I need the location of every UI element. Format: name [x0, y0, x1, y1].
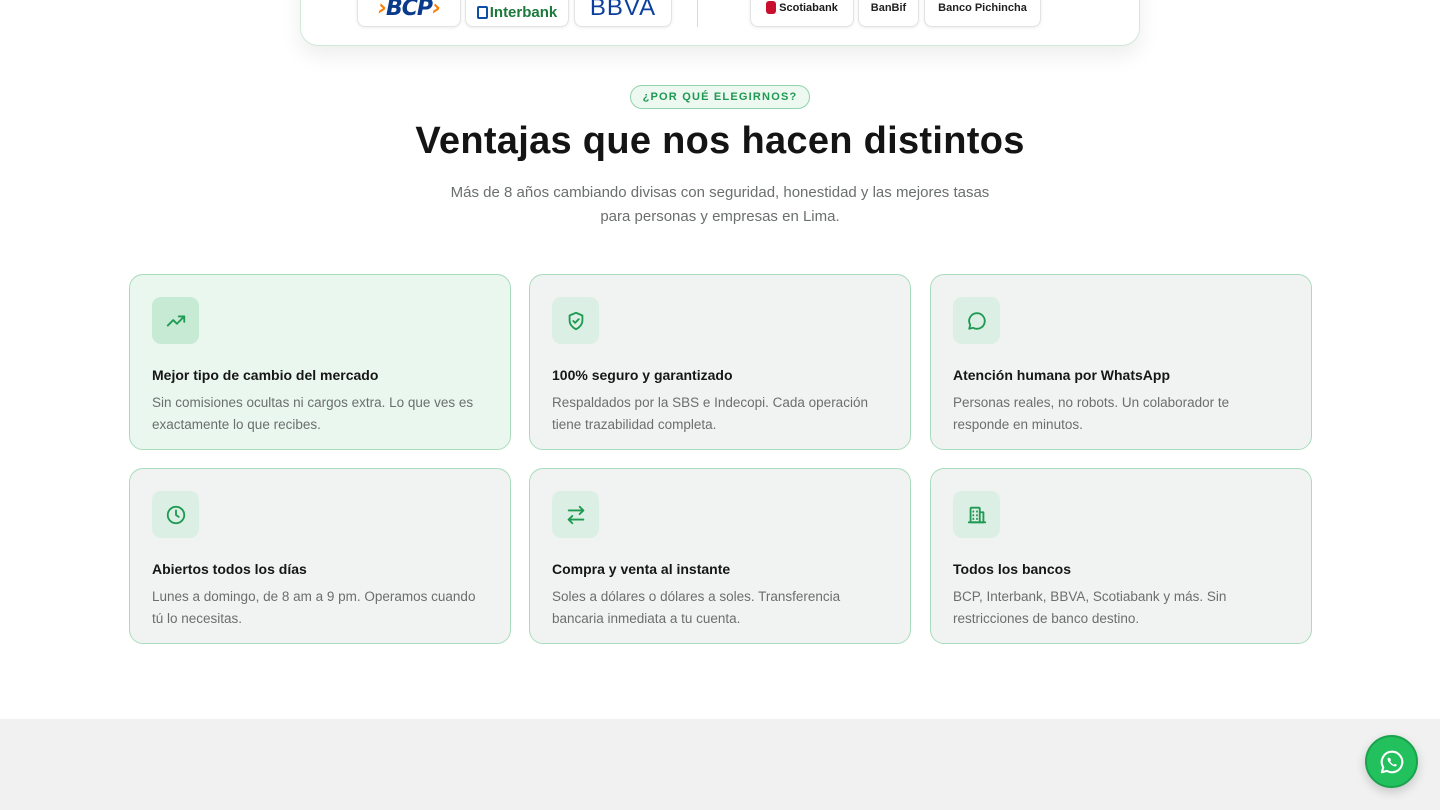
bank-logo-interbank: Interbank [465, 0, 569, 27]
feature-title: 100% seguro y garantizado [552, 367, 733, 383]
section-title: Ventajas que nos hacen distintos [415, 120, 1025, 162]
bbva-logo-text: BBVA [589, 0, 657, 21]
feature-card-best-rate: Mejor tipo de cambio del mercado Sin com… [129, 274, 511, 450]
next-section-background [0, 719, 1440, 810]
whatsapp-icon [1380, 750, 1403, 773]
feature-description: Sin comisiones ocultas ni cargos extra. … [152, 395, 474, 432]
bank-logo-bbva: BBVA [574, 0, 672, 27]
feature-description: BCP, Interbank, BBVA, Scotiabank y más. … [953, 589, 1227, 626]
feature-title: Compra y venta al instante [552, 561, 731, 577]
bank-logo-scotiabank: Scotiabank [750, 0, 854, 27]
feature-description: Soles a dólares o dólares a soles. Trans… [552, 589, 841, 626]
section-subtitle: Más de 8 años cambiando divisas con segu… [450, 184, 990, 225]
feature-card-instant-exchange: Compra y venta al instante Soles a dólar… [529, 468, 911, 644]
arrows-exchange-icon [552, 491, 599, 538]
feature-description: Lunes a domingo, de 8 am a 9 pm. Operamo… [152, 589, 476, 626]
clock-icon [152, 491, 199, 538]
bcp-logo-text: BCP [385, 0, 433, 21]
banks-divider [697, 0, 698, 27]
pichincha-logo-text: Banco Pichincha [938, 2, 1027, 14]
banks-strip: ›BCP› Interbank BBVA Scotiabank BanBif B… [300, 0, 1140, 46]
feature-card-secure: 100% seguro y garantizado Respaldados po… [529, 274, 911, 450]
scotiabank-mark-icon [766, 1, 777, 14]
feature-description: Personas reales, no robots. Un colaborad… [953, 395, 1230, 432]
bank-logo-bcp: ›BCP› [357, 0, 461, 27]
feature-description: Respaldados por la SBS e Indecopi. Cada … [552, 395, 868, 432]
feature-title: Abiertos todos los días [152, 561, 307, 577]
bank-building-icon [953, 491, 1000, 538]
chat-bubble-icon [953, 297, 1000, 344]
trending-up-icon [152, 297, 199, 344]
feature-title: Atención humana por WhatsApp [953, 367, 1170, 383]
banbif-logo-text: BanBif [870, 2, 907, 14]
shield-check-icon [552, 297, 599, 344]
feature-card-open-daily: Abiertos todos los días Lunes a domingo,… [129, 468, 511, 644]
bank-logo-banbif: BanBif [858, 0, 919, 27]
scotiabank-logo-text: Scotiabank [779, 1, 838, 14]
interbank-logo-text: Interbank [489, 4, 558, 21]
interbank-mark-icon [476, 6, 488, 19]
feature-title: Todos los bancos [953, 561, 1071, 577]
feature-card-whatsapp: Atención humana por WhatsApp Personas re… [930, 274, 1312, 450]
section-eyebrow-badge: ¿POR QUÉ ELEGIRNOS? [630, 85, 810, 109]
feature-title: Mejor tipo de cambio del mercado [152, 367, 379, 383]
bank-logo-pichincha: Banco Pichincha [924, 0, 1041, 27]
feature-card-all-banks: Todos los bancos BCP, Interbank, BBVA, S… [930, 468, 1312, 644]
whatsapp-float-button[interactable] [1365, 735, 1418, 788]
